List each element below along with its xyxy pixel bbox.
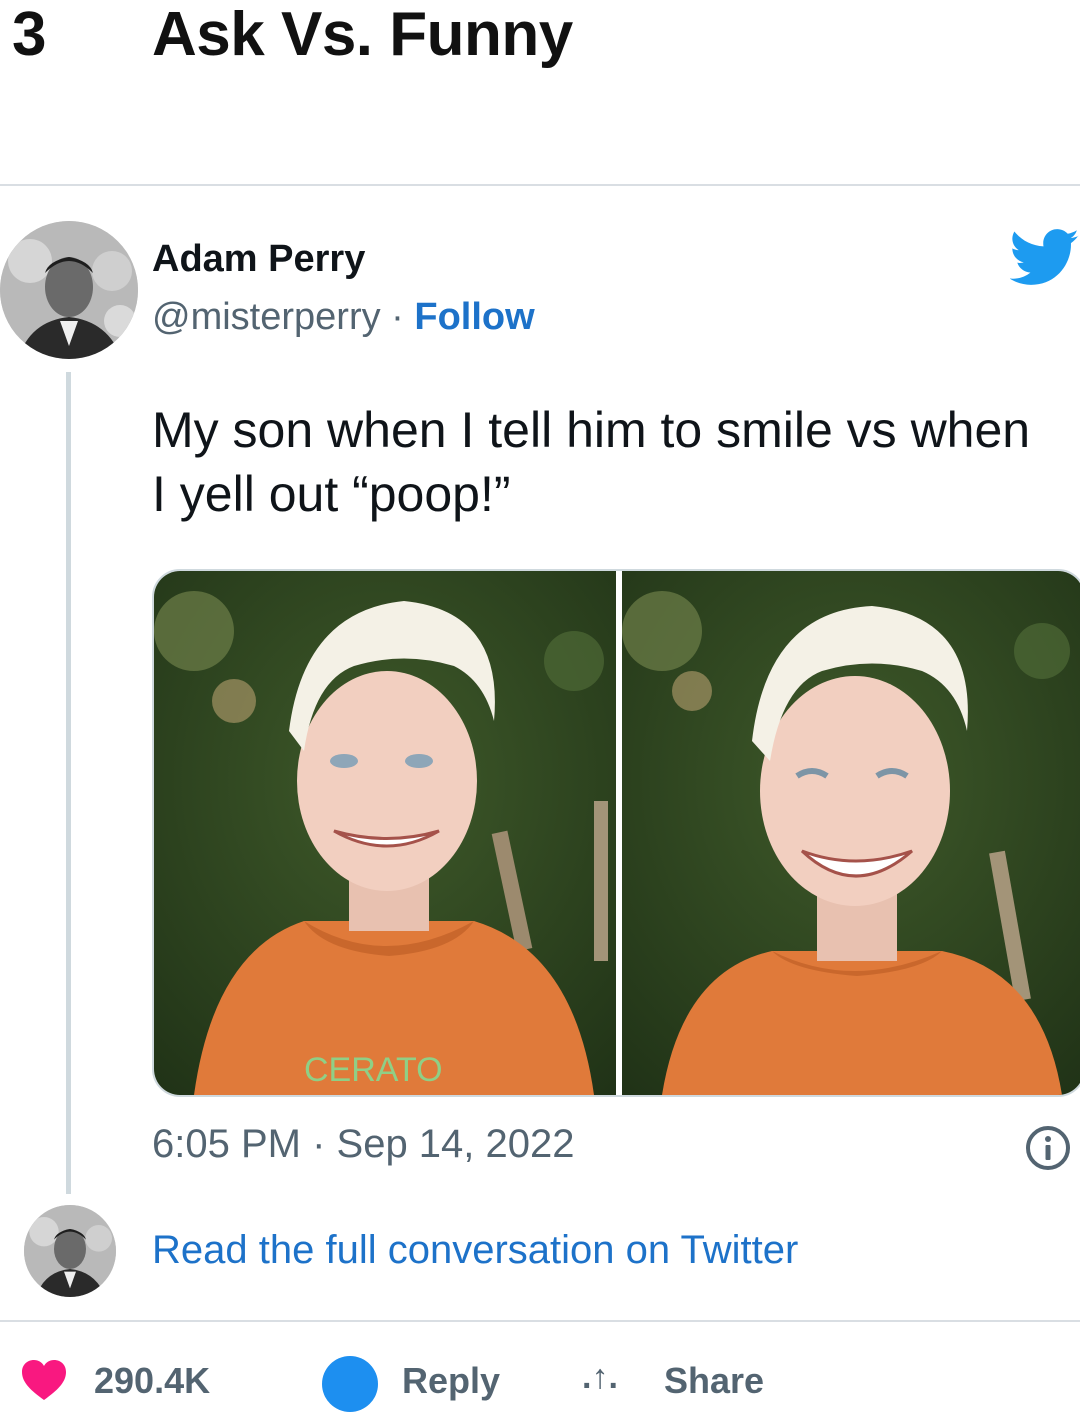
reply-bubble-icon[interactable] — [322, 1356, 378, 1412]
heart-icon[interactable] — [22, 1360, 66, 1400]
info-icon[interactable] — [1024, 1124, 1072, 1172]
author-avatar[interactable] — [0, 221, 138, 359]
reply-button[interactable]: Reply — [402, 1360, 500, 1402]
list-header: 3 Ask Vs. Funny — [12, 0, 573, 74]
boy-photo-left: CERATO — [154, 571, 616, 1095]
share-button[interactable]: Share — [664, 1360, 764, 1402]
like-count[interactable]: 290.4K — [94, 1360, 210, 1402]
list-rank: 3 — [12, 0, 46, 69]
divider — [0, 1320, 1080, 1322]
photo-smile-posed[interactable]: CERATO — [154, 571, 616, 1095]
author-meta: @misterperry · Follow — [152, 296, 535, 339]
meta-separator: · — [380, 296, 415, 338]
author-handle[interactable]: @misterperry — [152, 296, 381, 338]
author-name[interactable]: Adam Perry — [152, 238, 365, 281]
share-arrow-icon[interactable]: .↑. — [582, 1358, 618, 1397]
divider — [0, 184, 1080, 186]
tweet-text: My son when I tell him to smile vs when … — [152, 402, 1031, 522]
avatar-photo-small — [24, 1205, 116, 1297]
twitter-bird-icon[interactable] — [1010, 228, 1080, 288]
read-conversation-link[interactable]: Read the full conversation on Twitter — [152, 1228, 798, 1273]
shirt-print: CERATO — [304, 1051, 443, 1089]
thread-line — [66, 372, 71, 1194]
follow-button[interactable]: Follow — [414, 296, 534, 338]
list-title: Ask Vs. Funny — [152, 0, 573, 69]
boy-photo-right — [622, 571, 1080, 1095]
photo-smile-real[interactable] — [622, 571, 1080, 1095]
tweet-timestamp[interactable]: 6:05 PM · Sep 14, 2022 — [152, 1122, 575, 1167]
avatar-photo — [0, 221, 138, 359]
author-avatar-small[interactable] — [24, 1205, 116, 1297]
tweet-media[interactable]: CERATO — [152, 569, 1080, 1097]
